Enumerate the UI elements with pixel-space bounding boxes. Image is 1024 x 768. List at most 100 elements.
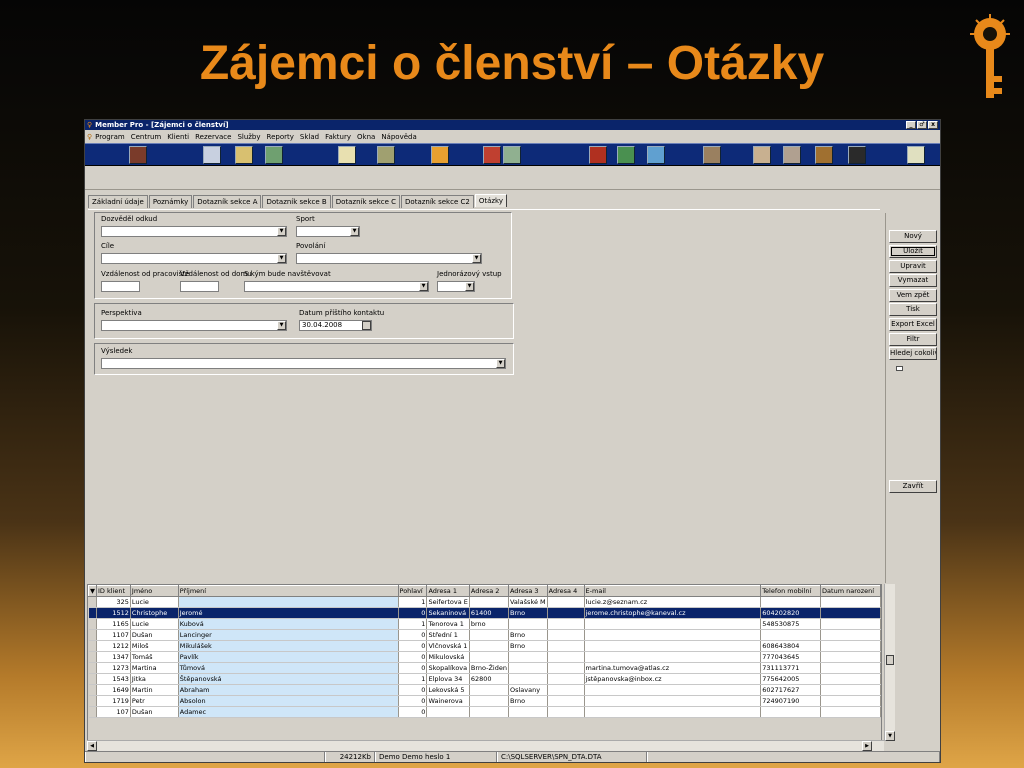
undo-button[interactable]: Vem zpět: [889, 289, 937, 302]
scroll-down-icon[interactable]: ▼: [885, 731, 895, 741]
cell-prijmeni[interactable]: Abraham: [178, 684, 399, 696]
cell-id-klient[interactable]: 1543: [96, 673, 131, 685]
gift-icon[interactable]: [483, 146, 501, 164]
row-selector[interactable]: [88, 695, 97, 707]
combo-sport[interactable]: ▼: [296, 226, 360, 237]
col-email[interactable]: E-mail: [583, 585, 762, 597]
cell-pohlavi[interactable]: 1: [398, 673, 428, 685]
cell-adresa-2[interactable]: 61400: [469, 607, 509, 619]
cell-adresa-3[interactable]: [508, 618, 548, 630]
cell-telefon[interactable]: 602717627: [760, 684, 822, 696]
cell-adresa-3[interactable]: Brno: [508, 640, 548, 652]
cell-email[interactable]: [584, 695, 762, 707]
tab-otazky[interactable]: Otázky: [474, 194, 507, 207]
table-row[interactable]: 1107 Dušan Lancinger 0 Střední 1 Brno: [88, 629, 881, 641]
scroll-right-icon[interactable]: ▶: [862, 741, 872, 751]
cell-id-klient[interactable]: 1107: [96, 629, 131, 641]
menu-sluzby[interactable]: Služby: [234, 133, 263, 141]
combo-dozvedel[interactable]: ▼: [101, 226, 287, 237]
cell-adresa-1[interactable]: Vlčnovská 1: [426, 640, 470, 652]
tools-icon[interactable]: [815, 146, 833, 164]
cell-prijmeni[interactable]: Tůmová: [178, 662, 399, 674]
cell-email[interactable]: martina.tumova@atlas.cz: [584, 662, 762, 674]
printer-icon[interactable]: [377, 146, 395, 164]
cell-adresa-4[interactable]: [547, 596, 585, 608]
table-row[interactable]: 325 Lucie 1 Seifertova E Valašské M lucie.z@s…: [88, 596, 881, 608]
cell-email[interactable]: [584, 684, 762, 696]
tab-dotaznik-a[interactable]: Dotazník sekce A: [193, 195, 262, 208]
cell-id-klient[interactable]: 1273: [96, 662, 131, 674]
cell-email[interactable]: [584, 640, 762, 652]
cell-adresa-2[interactable]: brno: [469, 618, 509, 630]
col-adresa-2[interactable]: Adresa 2: [468, 585, 509, 597]
row-selector[interactable]: [88, 673, 97, 685]
tab-dotaznik-c[interactable]: Dotazník sekce C: [331, 195, 401, 208]
cell-prijmeni[interactable]: Jeromé: [178, 607, 399, 619]
cell-adresa-4[interactable]: [547, 651, 585, 663]
cell-id-klient[interactable]: 1347: [96, 651, 131, 663]
col-jmeno[interactable]: Jméno: [129, 585, 179, 597]
combo-povolani[interactable]: ▼: [296, 253, 482, 264]
cell-telefon[interactable]: [760, 629, 822, 641]
menu-faktury[interactable]: Faktury: [322, 133, 354, 141]
cell-telefon[interactable]: 604202820: [760, 607, 822, 619]
cell-adresa-2[interactable]: [469, 629, 509, 641]
cell-prijmeni[interactable]: [178, 596, 399, 608]
cell-adresa-1[interactable]: Wainerova: [426, 695, 470, 707]
delete-button[interactable]: Vymazat: [889, 274, 937, 287]
stamp-icon[interactable]: [703, 146, 721, 164]
input-vzd-prac[interactable]: [101, 281, 140, 292]
table-row[interactable]: 1347 Tomáš Pavlík 0 Mikulovská 777043645: [88, 651, 881, 663]
cell-adresa-3[interactable]: Valašské M: [508, 596, 548, 608]
cell-adresa-1[interactable]: Seifertova E: [426, 596, 470, 608]
calendar-icon[interactable]: [203, 146, 221, 164]
cell-adresa-2[interactable]: [469, 640, 509, 652]
new-button[interactable]: Nový: [889, 230, 937, 243]
cell-telefon[interactable]: 731113771: [760, 662, 822, 674]
menu-klienti[interactable]: Klienti: [164, 133, 192, 141]
table-row[interactable]: 1719 Petr Absolon 0 Wainerova Brno 724907190: [88, 695, 881, 707]
abc-icon[interactable]: [431, 146, 449, 164]
chevron-down-icon[interactable]: ▼: [350, 227, 359, 236]
cell-jmeno[interactable]: Tomáš: [130, 651, 179, 663]
cell-adresa-4[interactable]: [547, 640, 585, 652]
table-row[interactable]: 1165 Lucie Kubová 1 Tenorova 1 brno 548530875: [88, 618, 881, 630]
table-row[interactable]: 1273 Martina Tůmová 0 Skopalíkova Brno-Židen m…: [88, 662, 881, 674]
tab-zakladni-udaje[interactable]: Základní údaje: [88, 195, 148, 208]
cell-jmeno[interactable]: Christophe: [130, 607, 179, 619]
stop-icon[interactable]: [589, 146, 607, 164]
cell-telefon[interactable]: 608643804: [760, 640, 822, 652]
cell-prijmeni[interactable]: Mikulášek: [178, 640, 399, 652]
person-icon[interactable]: [753, 146, 771, 164]
row-selector[interactable]: [88, 596, 97, 608]
cell-telefon[interactable]: 724907190: [760, 695, 822, 707]
cell-prijmeni[interactable]: Štěpanovská: [178, 673, 399, 685]
row-selector[interactable]: [88, 662, 97, 674]
cell-jmeno[interactable]: Martina: [130, 662, 179, 674]
chevron-down-icon[interactable]: ▼: [472, 254, 481, 263]
notepad-icon[interactable]: [235, 146, 253, 164]
table-row[interactable]: 107 Dušan Adamec 0: [88, 706, 881, 718]
save-button[interactable]: Uložit: [889, 245, 937, 258]
input-vzd-domu[interactable]: [180, 281, 219, 292]
col-pohlavi[interactable]: Pohlaví: [397, 585, 428, 597]
bulb-icon[interactable]: [907, 146, 925, 164]
edit-button[interactable]: Upravit: [889, 260, 937, 273]
cards-icon[interactable]: [503, 146, 521, 164]
cell-adresa-3[interactable]: [508, 662, 548, 674]
table-row[interactable]: 1212 Miloš Mikulášek 0 Vlčnovská 1 Brno 608643…: [88, 640, 881, 652]
cell-jmeno[interactable]: Jitka: [130, 673, 179, 685]
tab-dotaznik-c2[interactable]: Dotazník sekce C2: [401, 195, 474, 208]
col-datum-narozeni[interactable]: Datum narození: [820, 585, 881, 597]
cell-email[interactable]: [584, 629, 762, 641]
cell-email[interactable]: [584, 706, 762, 718]
cell-email[interactable]: jstěpanovska@inbox.cz: [584, 673, 762, 685]
menu-napoveda[interactable]: Nápověda: [378, 133, 419, 141]
cell-prijmeni[interactable]: Pavlík: [178, 651, 399, 663]
cell-id-klient[interactable]: 1165: [96, 618, 131, 630]
grid-options-icon[interactable]: [896, 366, 903, 371]
graph-icon[interactable]: [647, 146, 665, 164]
cell-prijmeni[interactable]: Absolon: [178, 695, 399, 707]
cell-pohlavi[interactable]: 0: [398, 662, 428, 674]
cell-id-klient[interactable]: 325: [96, 596, 131, 608]
